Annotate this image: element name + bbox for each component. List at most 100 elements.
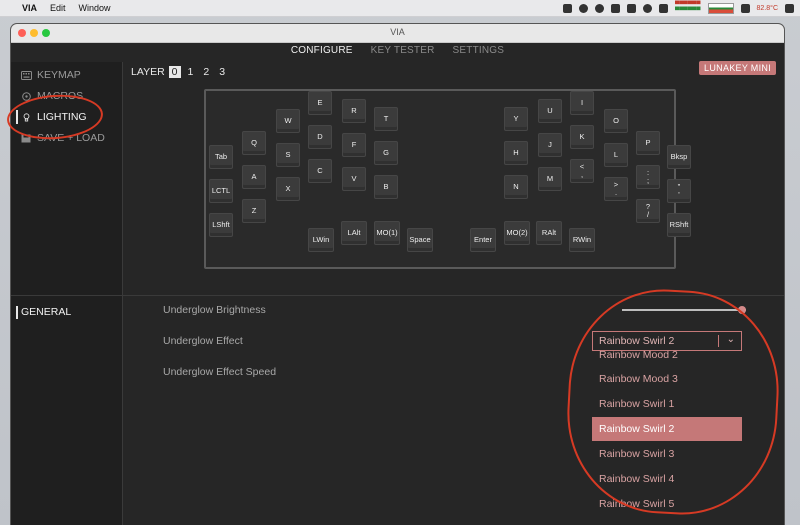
window-title: VIA bbox=[390, 27, 405, 37]
key-c[interactable]: C bbox=[308, 159, 332, 183]
key-lwin[interactable]: LWin bbox=[308, 228, 334, 252]
key-f[interactable]: F bbox=[342, 133, 366, 157]
key-quote[interactable]: " ' bbox=[667, 179, 691, 203]
key-z[interactable]: Z bbox=[242, 199, 266, 223]
status-cast-icon[interactable] bbox=[785, 3, 794, 13]
key-e[interactable]: E bbox=[308, 91, 332, 115]
status-cup-icon[interactable] bbox=[611, 3, 620, 13]
underglow-effect-select[interactable]: Rainbow Swirl 2 ⌄ bbox=[592, 331, 742, 351]
underglow-brightness-label: Underglow Brightness bbox=[163, 304, 266, 316]
key-x[interactable]: X bbox=[276, 177, 300, 201]
sidebar-item-macros[interactable]: MACROS bbox=[21, 88, 83, 104]
key-space[interactable]: Space bbox=[407, 228, 433, 252]
top-nav: CONFIGURE KEY TESTER SETTINGS bbox=[11, 43, 784, 61]
key-m[interactable]: M bbox=[538, 167, 562, 191]
tab-settings[interactable]: SETTINGS bbox=[453, 43, 505, 61]
cpu-graph-icon[interactable] bbox=[707, 2, 734, 14]
menu-window[interactable]: Window bbox=[79, 3, 111, 13]
status-app-icon[interactable] bbox=[563, 3, 572, 13]
key-j[interactable]: J bbox=[538, 133, 562, 157]
key-enter[interactable]: Enter bbox=[470, 228, 496, 252]
selected-effect: Rainbow Swirl 2 bbox=[599, 335, 675, 347]
key-period[interactable]: > . bbox=[604, 177, 628, 201]
key-rwin[interactable]: RWin bbox=[569, 228, 595, 252]
layer-button-1[interactable]: 1 bbox=[185, 66, 197, 78]
key-b[interactable]: B bbox=[374, 175, 398, 199]
effect-option[interactable]: Rainbow Swirl 5 bbox=[592, 492, 742, 511]
key-tab[interactable]: Tab bbox=[209, 145, 233, 169]
key-lshift[interactable]: LShft bbox=[209, 213, 233, 237]
lighting-submenu bbox=[11, 296, 123, 525]
status-monitor-icon[interactable] bbox=[740, 3, 750, 13]
underglow-effect-label: Underglow Effect bbox=[163, 335, 243, 347]
key-comma[interactable]: < , bbox=[570, 159, 594, 183]
status-circle-icon[interactable] bbox=[579, 3, 588, 13]
effect-option[interactable]: Rainbow Swirl 4 bbox=[592, 467, 742, 491]
sidebar-item-label: SAVE + LOAD bbox=[37, 132, 105, 144]
layer-selector: LAYER 0 1 2 3 bbox=[131, 66, 228, 78]
key-backspace[interactable]: Bksp bbox=[667, 145, 691, 169]
key-lctl[interactable]: LCTL bbox=[209, 179, 233, 203]
effect-option[interactable]: Rainbow Swirl 3 bbox=[592, 442, 742, 466]
key-lalt[interactable]: LAlt bbox=[341, 221, 367, 245]
status-square-icon[interactable] bbox=[627, 3, 636, 13]
effect-option[interactable]: Rainbow Swirl 1 bbox=[592, 392, 742, 416]
key-q[interactable]: Q bbox=[242, 131, 266, 155]
menu-bar: VIA Edit Window ▀▀▀▀▀▀ ▀▀▀▀▀▀ 82.8°C bbox=[0, 0, 800, 17]
sidebar-item-label: KEYMAP bbox=[37, 69, 81, 81]
key-o[interactable]: O bbox=[604, 109, 628, 133]
key-semicolon[interactable]: : ; bbox=[636, 165, 660, 189]
key-slash[interactable]: ? / bbox=[636, 199, 660, 223]
key-a[interactable]: A bbox=[242, 165, 266, 189]
save-icon bbox=[21, 134, 31, 142]
key-p[interactable]: P bbox=[636, 131, 660, 155]
key-w[interactable]: W bbox=[276, 109, 300, 133]
layer-button-0[interactable]: 0 bbox=[168, 66, 181, 78]
status-record-icon[interactable] bbox=[595, 3, 604, 13]
chevron-down-icon[interactable]: ⌄ bbox=[727, 334, 735, 345]
key-rshift[interactable]: RShft bbox=[667, 213, 691, 237]
underglow-speed-label: Underglow Effect Speed bbox=[163, 366, 277, 378]
key-v[interactable]: V bbox=[342, 167, 366, 191]
status-flag-icon[interactable] bbox=[659, 3, 668, 13]
key-k[interactable]: K bbox=[570, 125, 594, 149]
key-d[interactable]: D bbox=[308, 125, 332, 149]
key-mo2[interactable]: MO(2) bbox=[504, 221, 530, 245]
tab-key-tester[interactable]: KEY TESTER bbox=[371, 43, 435, 61]
sidebar-item-label: LIGHTING bbox=[37, 111, 87, 123]
key-ralt[interactable]: RAlt bbox=[536, 221, 562, 245]
sidebar-item-keymap[interactable]: KEYMAP bbox=[21, 67, 81, 83]
select-separator bbox=[718, 335, 719, 347]
slider-thumb[interactable] bbox=[738, 306, 746, 314]
key-r[interactable]: R bbox=[342, 99, 366, 123]
effect-option[interactable]: Rainbow Mood 3 bbox=[592, 367, 742, 391]
sidebar-item-label: MACROS bbox=[37, 90, 84, 102]
key-l[interactable]: L bbox=[604, 143, 628, 167]
key-i[interactable]: I bbox=[570, 91, 594, 115]
effect-option-selected[interactable]: Rainbow Swirl 2 bbox=[592, 417, 742, 441]
via-window: VIA CONFIGURE KEY TESTER SETTINGS KEYMAP… bbox=[11, 24, 784, 525]
key-s[interactable]: S bbox=[276, 143, 300, 167]
key-t[interactable]: T bbox=[374, 107, 398, 131]
layer-button-2[interactable]: 2 bbox=[200, 66, 212, 78]
effect-option[interactable]: Rainbow Mood 2 bbox=[592, 351, 742, 367]
title-bar[interactable]: VIA bbox=[11, 24, 784, 43]
status-cloud-icon[interactable] bbox=[643, 3, 652, 13]
key-g[interactable]: G bbox=[374, 141, 398, 165]
underglow-brightness-slider[interactable] bbox=[622, 306, 746, 314]
key-y[interactable]: Y bbox=[504, 107, 528, 131]
tab-configure[interactable]: CONFIGURE bbox=[291, 43, 353, 61]
key-n[interactable]: N bbox=[504, 175, 528, 199]
bulb-icon bbox=[23, 112, 30, 121]
layer-button-3[interactable]: 3 bbox=[216, 66, 228, 78]
section-divider bbox=[11, 295, 784, 296]
menu-edit[interactable]: Edit bbox=[50, 3, 66, 13]
submenu-item-general[interactable]: GENERAL bbox=[15, 306, 71, 319]
sidebar-item-save-load[interactable]: SAVE + LOAD bbox=[21, 130, 105, 146]
key-h[interactable]: H bbox=[504, 141, 528, 165]
key-mo1[interactable]: MO(1) bbox=[374, 221, 400, 245]
app-menu[interactable]: VIA bbox=[22, 3, 37, 13]
temperature-readout[interactable]: 82.8°C bbox=[757, 5, 778, 12]
sidebar-item-lighting[interactable]: LIGHTING bbox=[16, 109, 87, 125]
key-u[interactable]: U bbox=[538, 99, 562, 123]
